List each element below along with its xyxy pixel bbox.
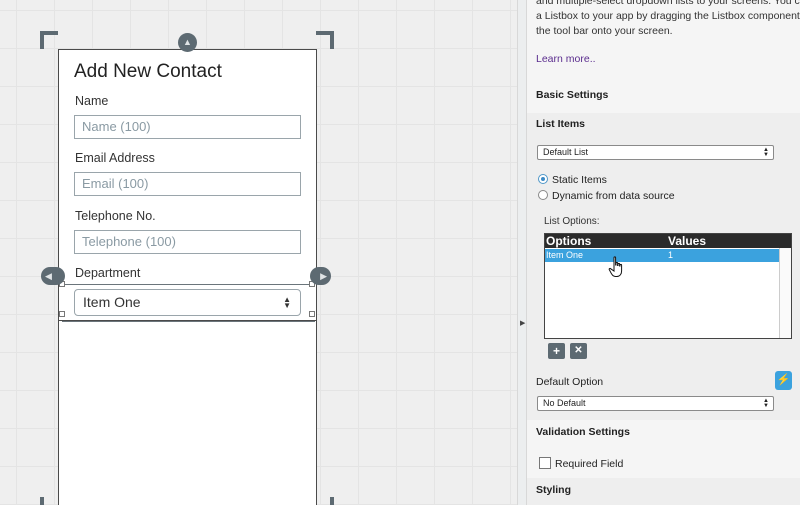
form-title: Add New Contact [74, 61, 222, 82]
telephone-input[interactable]: Telephone (100) [74, 230, 301, 254]
required-field-label: Required Field [555, 458, 624, 470]
radio-static-items[interactable]: Static Items [538, 174, 607, 186]
table-row[interactable]: Item One 1 [545, 249, 779, 262]
panel-splitter[interactable]: ▶ [517, 0, 527, 505]
department-select-value: Item One [83, 294, 141, 310]
select-arrows-icon: ▲ ▼ [763, 147, 769, 158]
validation-settings-heading[interactable]: Validation Settings [536, 426, 630, 438]
add-option-button[interactable]: + [548, 343, 565, 359]
default-option-select[interactable]: No Default ▲ ▼ [537, 396, 774, 411]
close-icon: ✕ [574, 345, 583, 356]
list-options-table[interactable]: Options Values Item One 1 [544, 233, 792, 339]
header-options[interactable]: Options [546, 234, 591, 248]
list-items-heading[interactable]: List Items [536, 118, 585, 130]
plus-icon: + [552, 344, 560, 358]
resize-handle-bottom-left[interactable] [59, 311, 65, 317]
collapse-arrow-icon[interactable]: ▶ [520, 319, 525, 327]
selection-corner-bottom-right [316, 497, 334, 505]
list-options-label: List Options: [544, 216, 600, 227]
description-line: the tool bar onto your screen. [536, 25, 673, 37]
chevron-up-icon[interactable]: ▲ [178, 33, 197, 52]
department-select[interactable]: Item One ▲ ▼ [74, 289, 301, 316]
table-header: Options Values [545, 234, 791, 248]
selection-corner-bottom-left [40, 497, 58, 505]
header-values[interactable]: Values [668, 234, 706, 248]
radio-unselected-icon[interactable] [538, 190, 548, 200]
department-label: Department [75, 266, 141, 280]
checkbox-icon[interactable] [539, 457, 551, 469]
screen-preview[interactable]: Add New Contact Name Name (100) Email Ad… [58, 49, 317, 505]
hand-pointer-icon [608, 256, 623, 277]
radio-dynamic-label: Dynamic from data source [552, 190, 675, 202]
lightning-icon[interactable]: ⚡ [775, 371, 792, 390]
chevron-left-icon[interactable]: ◀ [41, 267, 65, 285]
required-field-checkbox[interactable]: Required Field [539, 457, 623, 470]
email-input[interactable]: Email (100) [74, 172, 301, 196]
radio-dynamic-source[interactable]: Dynamic from data source [538, 190, 675, 202]
chevron-right-icon[interactable]: ▶ [310, 267, 331, 285]
row-option-cell[interactable]: Item One [546, 249, 583, 262]
name-input[interactable]: Name (100) [74, 115, 301, 139]
radio-selected-icon[interactable] [538, 174, 548, 184]
styling-heading[interactable]: Styling [536, 484, 571, 496]
divider [59, 320, 316, 321]
learn-more-link[interactable]: Learn more.. [536, 53, 596, 65]
select-arrows-icon: ▲ ▼ [283, 295, 291, 310]
remove-option-button[interactable]: ✕ [570, 343, 587, 359]
basic-settings-heading[interactable]: Basic Settings [536, 89, 608, 101]
email-label: Email Address [75, 151, 155, 165]
name-label: Name [75, 94, 109, 108]
radio-static-label: Static Items [552, 174, 607, 186]
select-arrows-icon: ▲ ▼ [763, 398, 769, 409]
default-option-value: No Default [543, 398, 586, 408]
selection-corner-top-left [40, 31, 58, 49]
table-scrollbar[interactable] [779, 248, 791, 338]
default-option-label: Default Option [536, 376, 604, 388]
component-description: and multiple-select dropdown lists to yo… [536, 0, 800, 39]
design-canvas[interactable]: Add New Contact Name Name (100) Email Ad… [0, 0, 517, 505]
row-value-cell[interactable]: 1 [668, 249, 673, 262]
resize-handle-bottom-right[interactable] [309, 311, 315, 317]
list-source-value: Default List [543, 147, 589, 157]
properties-panel: and multiple-select dropdown lists to yo… [527, 0, 800, 505]
description-line: a Listbox to your app by dragging the Li… [536, 10, 800, 22]
list-source-select[interactable]: Default List ▲ ▼ [537, 145, 774, 160]
telephone-label: Telephone No. [75, 209, 156, 223]
description-line: and multiple-select dropdown lists to yo… [536, 0, 800, 7]
selection-corner-top-right [316, 31, 334, 49]
